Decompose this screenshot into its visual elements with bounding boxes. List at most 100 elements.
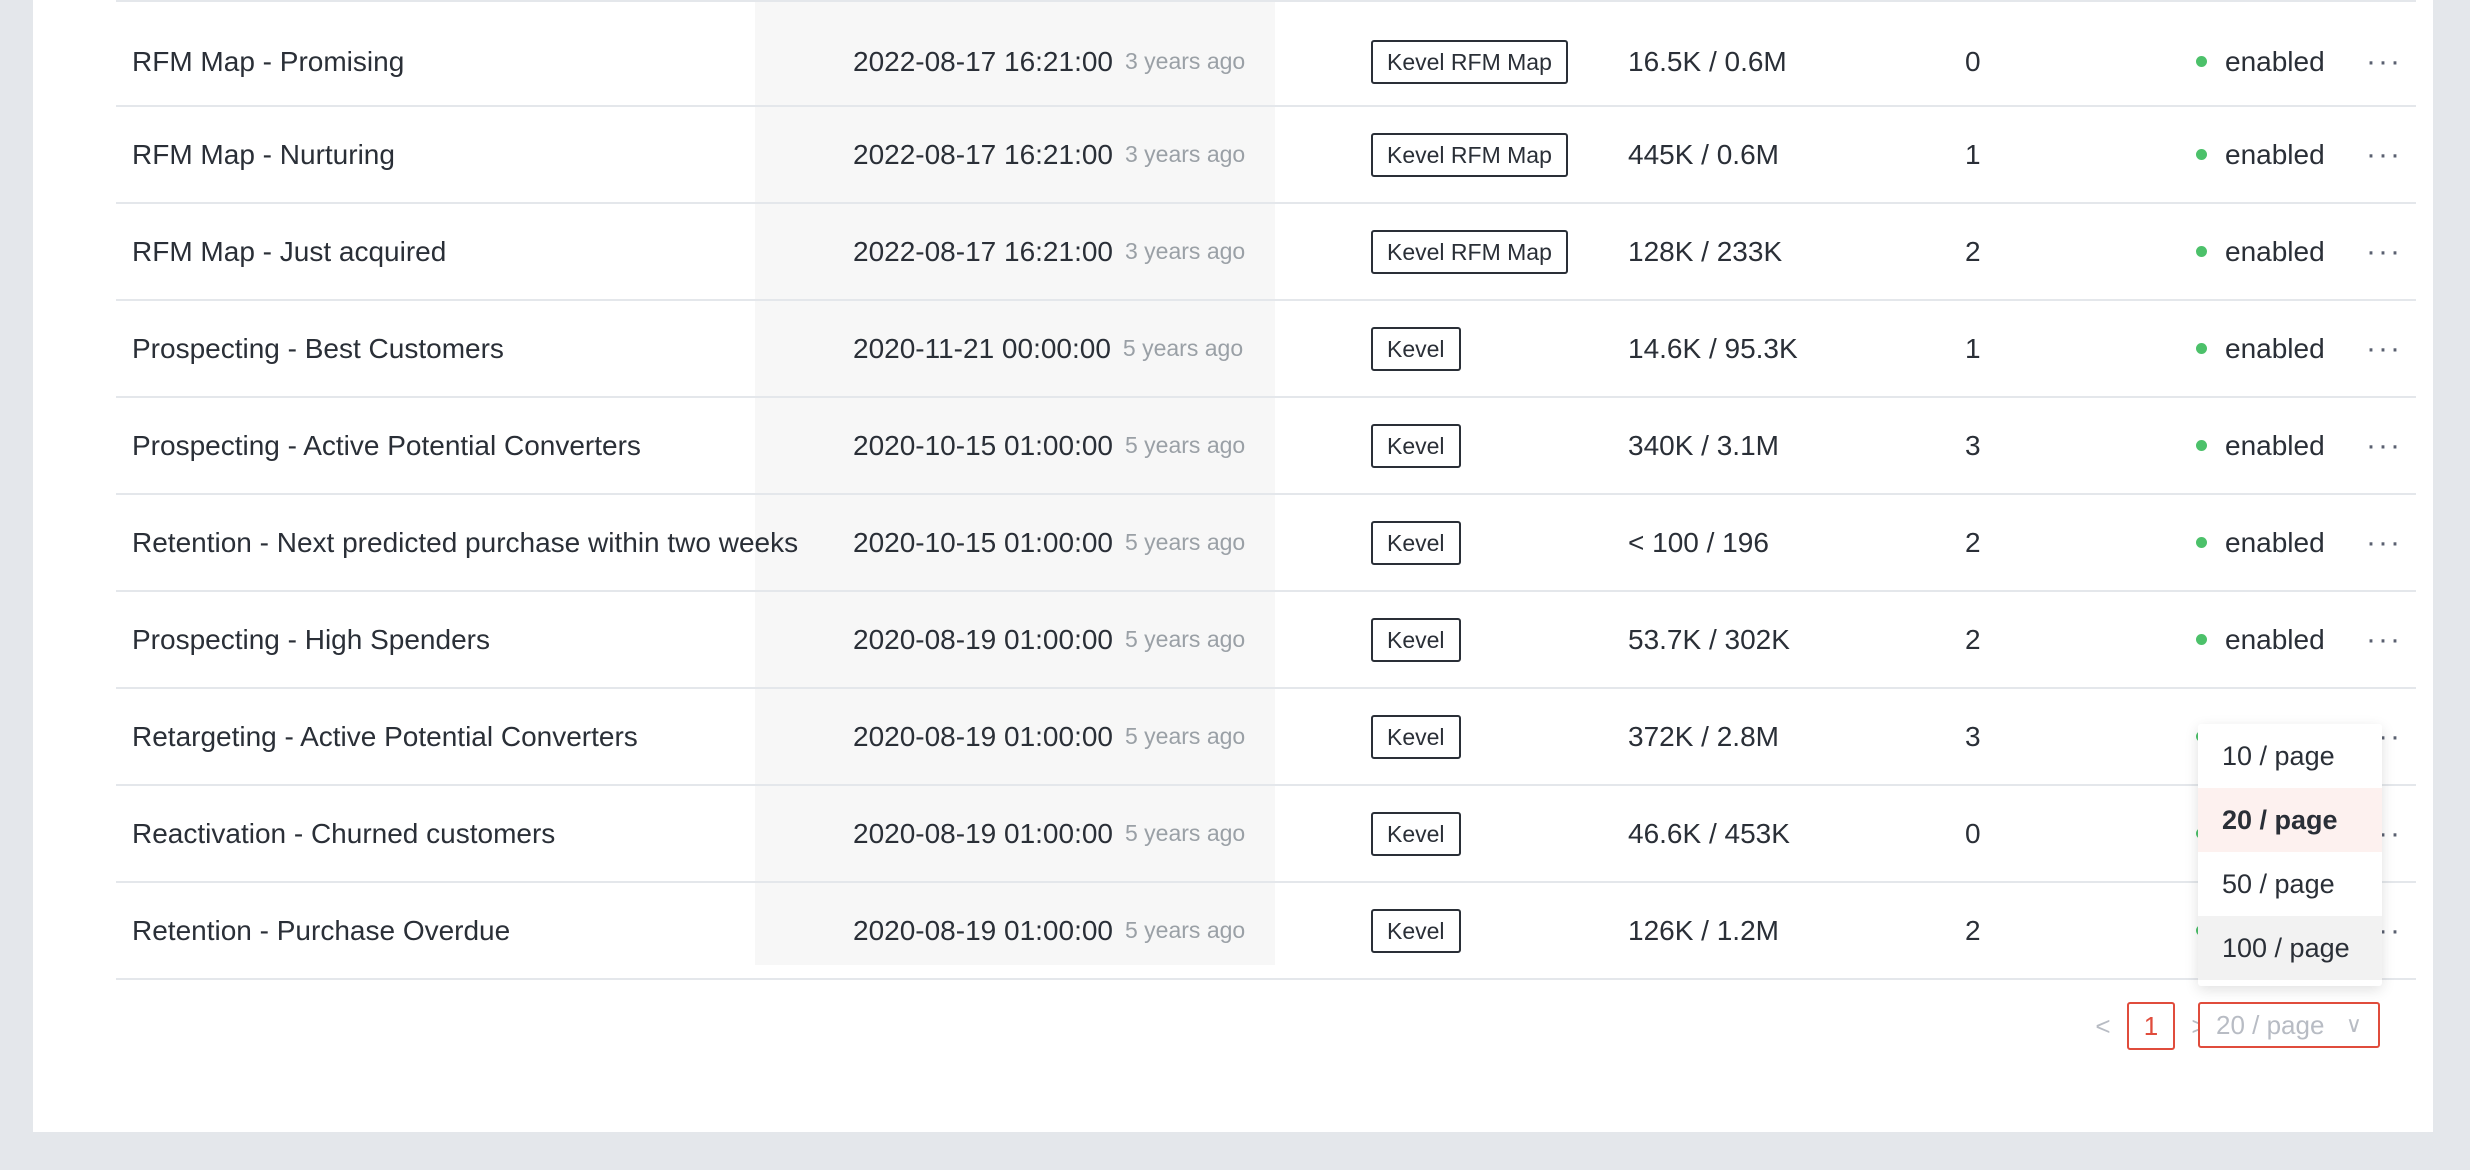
status-cell: enabled — [2196, 107, 2325, 202]
more-actions-icon[interactable]: ··· — [2366, 623, 2402, 657]
reach-value: 340K / 3.1M — [1628, 429, 1779, 461]
page-size-option-100[interactable]: 100 / page — [2198, 916, 2382, 980]
page-size-option-20[interactable]: 20 / page — [2198, 788, 2382, 852]
page-size-dropdown: 10 / page 20 / page 50 / page 100 / page — [2198, 724, 2382, 986]
segments-table: RFM Map - Promising 2022-08-17 16:21:00 … — [116, 0, 2416, 980]
source-tag: Kevel — [1371, 617, 1461, 662]
reach-value: 16.5K / 0.6M — [1628, 45, 1787, 77]
reach-value: 445K / 0.6M — [1628, 138, 1779, 170]
source-tag: Kevel RFM Map — [1371, 39, 1568, 84]
count-value: 0 — [1965, 45, 1981, 77]
segment-name[interactable]: Prospecting - Active Potential Converter… — [132, 398, 641, 493]
segment-name[interactable]: RFM Map - Promising — [132, 2, 404, 113]
row-actions: ··· — [2366, 107, 2402, 202]
count-value: 2 — [1965, 235, 1981, 267]
reach-value: < 100 / 196 — [1628, 526, 1769, 558]
table-row[interactable]: RFM Map - Promising 2022-08-17 16:21:00 … — [116, 0, 2416, 107]
segment-name[interactable]: RFM Map - Just acquired — [132, 204, 446, 299]
count-value: 0 — [1965, 817, 1981, 849]
relative-time: 5 years ago — [1125, 917, 1246, 943]
reach-value: 53.7K / 302K — [1628, 623, 1790, 655]
page-1-button[interactable]: 1 — [2127, 1002, 2175, 1050]
segment-date: 2020-10-15 01:00:00 5 years ago — [853, 495, 1245, 590]
more-actions-icon[interactable]: ··· — [2366, 526, 2402, 560]
relative-time: 5 years ago — [1125, 626, 1246, 652]
row-actions: ··· — [2366, 592, 2402, 687]
relative-time: 5 years ago — [1125, 432, 1246, 458]
reach-value: 14.6K / 95.3K — [1628, 332, 1798, 364]
count-value: 2 — [1965, 914, 1981, 946]
source-tag: Kevel — [1371, 326, 1461, 371]
status-dot-icon — [2196, 440, 2207, 451]
relative-time: 3 years ago — [1125, 238, 1246, 264]
row-actions: ··· — [2366, 398, 2402, 493]
source-tag: Kevel — [1371, 908, 1461, 953]
segment-date: 2020-08-19 01:00:00 5 years ago — [853, 592, 1245, 687]
segment-name[interactable]: Retargeting - Active Potential Converter… — [132, 689, 638, 784]
status-cell: enabled — [2196, 398, 2325, 493]
reach-value: 126K / 1.2M — [1628, 914, 1779, 946]
status-cell: enabled — [2196, 592, 2325, 687]
source-cell: Kevel — [1371, 398, 1461, 493]
relative-time: 3 years ago — [1125, 48, 1246, 74]
table-row[interactable]: Retention - Purchase Overdue 2020-08-19 … — [116, 883, 2416, 980]
count-value: 3 — [1965, 429, 1981, 461]
segment-date: 2022-08-17 16:21:00 3 years ago — [853, 2, 1245, 113]
source-cell: Kevel RFM Map — [1371, 204, 1568, 299]
segment-date: 2022-08-17 16:21:00 3 years ago — [853, 107, 1245, 202]
date-value: 2022-08-17 16:21:00 — [853, 235, 1113, 267]
segment-name[interactable]: Retention - Next predicted purchase with… — [132, 495, 798, 590]
source-cell: Kevel RFM Map — [1371, 107, 1568, 202]
reach-value: 128K / 233K — [1628, 235, 1783, 267]
segments-card: RFM Map - Promising 2022-08-17 16:21:00 … — [33, 0, 2433, 1132]
table-row[interactable]: Reactivation - Churned customers 2020-08… — [116, 786, 2416, 883]
date-value: 2020-08-19 01:00:00 — [853, 720, 1113, 752]
relative-time: 3 years ago — [1125, 141, 1246, 167]
page-size-select[interactable]: 20 / page ∨ — [2198, 1002, 2380, 1048]
more-actions-icon[interactable]: ··· — [2366, 235, 2402, 269]
chevron-down-icon: ∨ — [2345, 1012, 2362, 1037]
status-dot-icon — [2196, 246, 2207, 257]
page-size-option-50[interactable]: 50 / page — [2198, 852, 2382, 916]
row-actions: ··· — [2366, 301, 2402, 396]
status-dot-icon — [2196, 56, 2207, 67]
segment-date: 2022-08-17 16:21:00 3 years ago — [853, 204, 1245, 299]
segment-name[interactable]: Reactivation - Churned customers — [132, 786, 555, 881]
page-size-option-10[interactable]: 10 / page — [2198, 724, 2382, 788]
status-cell: enabled — [2196, 2, 2325, 113]
table-row[interactable]: Retargeting - Active Potential Converter… — [116, 689, 2416, 786]
status-text: enabled — [2225, 623, 2325, 655]
count-value: 3 — [1965, 720, 1981, 752]
table-row[interactable]: Prospecting - Best Customers 2020-11-21 … — [116, 301, 2416, 398]
table-row[interactable]: Retention - Next predicted purchase with… — [116, 495, 2416, 592]
status-cell: enabled — [2196, 301, 2325, 396]
source-cell: Kevel RFM Map — [1371, 2, 1568, 113]
segment-date: 2020-08-19 01:00:00 5 years ago — [853, 786, 1245, 881]
table-row[interactable]: Prospecting - Active Potential Converter… — [116, 398, 2416, 495]
more-actions-icon[interactable]: ··· — [2366, 45, 2402, 79]
relative-time: 5 years ago — [1125, 820, 1246, 846]
segment-date: 2020-08-19 01:00:00 5 years ago — [853, 689, 1245, 784]
source-tag: Kevel — [1371, 811, 1461, 856]
prev-page-button[interactable]: < — [2083, 1011, 2123, 1042]
more-actions-icon[interactable]: ··· — [2366, 429, 2402, 463]
segment-name[interactable]: Prospecting - High Spenders — [132, 592, 490, 687]
segment-date: 2020-10-15 01:00:00 5 years ago — [853, 398, 1245, 493]
table-row[interactable]: RFM Map - Nurturing 2022-08-17 16:21:00 … — [116, 107, 2416, 204]
reach-value: 372K / 2.8M — [1628, 720, 1779, 752]
status-text: enabled — [2225, 526, 2325, 558]
source-cell: Kevel — [1371, 689, 1461, 784]
more-actions-icon[interactable]: ··· — [2366, 332, 2402, 366]
date-value: 2020-10-15 01:00:00 — [853, 429, 1113, 461]
source-tag: Kevel — [1371, 714, 1461, 759]
status-dot-icon — [2196, 343, 2207, 354]
more-actions-icon[interactable]: ··· — [2366, 138, 2402, 172]
segment-name[interactable]: RFM Map - Nurturing — [132, 107, 395, 202]
source-tag: Kevel — [1371, 423, 1461, 468]
status-dot-icon — [2196, 149, 2207, 160]
segment-name[interactable]: Prospecting - Best Customers — [132, 301, 504, 396]
table-row[interactable]: Prospecting - High Spenders 2020-08-19 0… — [116, 592, 2416, 689]
table-row[interactable]: RFM Map - Just acquired 2022-08-17 16:21… — [116, 204, 2416, 301]
segment-name[interactable]: Retention - Purchase Overdue — [132, 883, 510, 978]
date-value: 2022-08-17 16:21:00 — [853, 138, 1113, 170]
